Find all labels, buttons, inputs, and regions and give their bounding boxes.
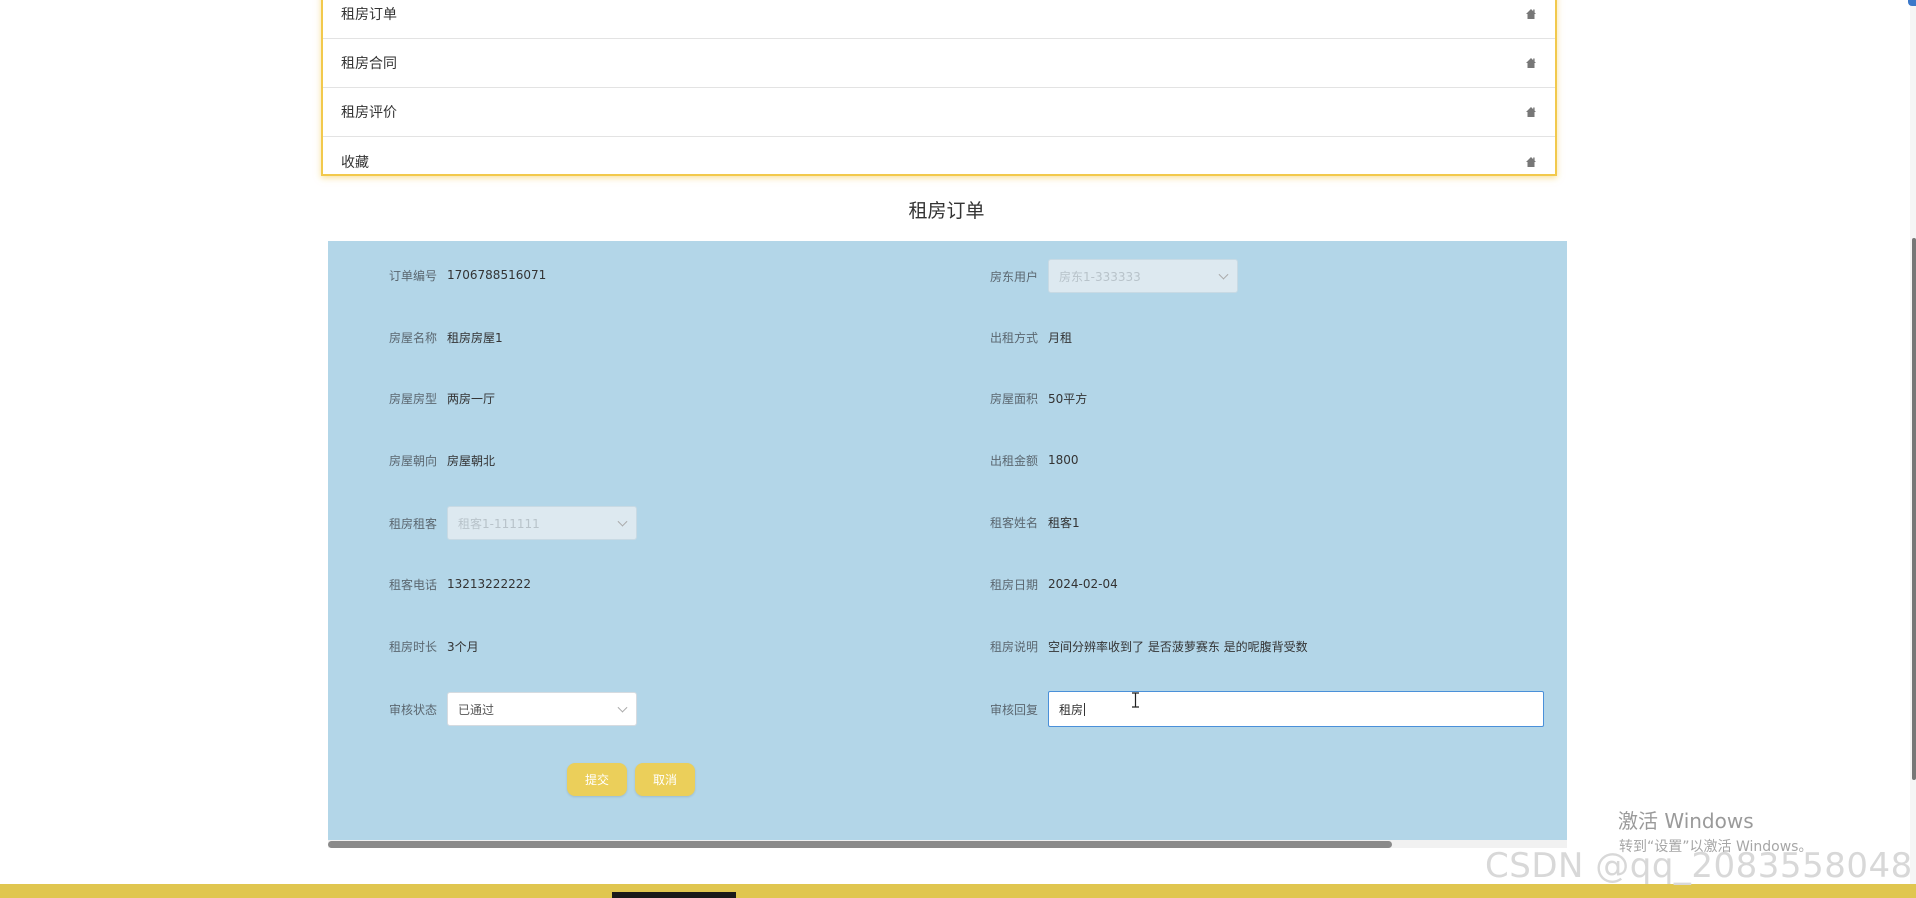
field-label: 房屋房型 xyxy=(388,391,437,406)
windows-activation-title: 激活 Windows xyxy=(1618,809,1754,833)
description-field: 租房说明 空间分辨率收到了 是否菠萝赛东 是的呢腹背受数 xyxy=(982,629,1308,663)
menu-item-label: 租房评价 xyxy=(341,105,397,121)
field-value: 月租 xyxy=(1048,330,1073,345)
field-label: 出租金额 xyxy=(989,453,1038,468)
csdn-watermark: CSDN @qq_2083558048 xyxy=(1485,846,1913,886)
horizontal-scrollbar-thumb[interactable] xyxy=(328,841,1392,848)
field-label: 出租方式 xyxy=(989,330,1038,345)
tenant-name-field: 租客姓名 租客1 xyxy=(982,505,1080,539)
field-value: 1706788516071 xyxy=(447,268,547,282)
input-value: 租房 xyxy=(1059,702,1084,717)
menu-item-label: 收藏 xyxy=(341,154,369,171)
menu-item-favorites[interactable]: 收藏 xyxy=(323,137,1555,186)
select-value: 房东1-333333 xyxy=(1059,269,1141,284)
home-icon xyxy=(1526,156,1536,167)
field-label: 订单编号 xyxy=(388,268,437,283)
house-type-field: 房屋房型 两房一厅 xyxy=(381,381,495,415)
vertical-scrollbar-thumb[interactable] xyxy=(1912,238,1916,780)
field-value: 1800 xyxy=(1048,453,1079,467)
menu-item-rental-contract[interactable]: 租房合同 xyxy=(323,39,1555,88)
rent-date-field: 租房日期 2024-02-04 xyxy=(982,567,1118,601)
field-label: 房东用户 xyxy=(989,269,1038,284)
field-label: 租客电话 xyxy=(388,577,437,592)
field-value: 租客1 xyxy=(1048,515,1080,530)
text-cursor-icon xyxy=(1132,692,1139,708)
field-label: 租房说明 xyxy=(989,639,1038,654)
orientation-field: 房屋朝向 房屋朝北 xyxy=(381,443,495,477)
field-value: 房屋朝北 xyxy=(447,453,496,468)
tenant-select: 租客1-111111 xyxy=(447,506,637,540)
field-value: 租房房屋1 xyxy=(447,330,503,345)
house-name-field: 房屋名称 租房房屋1 xyxy=(381,320,503,354)
order-no-field: 订单编号 1706788516071 xyxy=(381,258,546,292)
field-value: 50平方 xyxy=(1048,391,1088,406)
select-value: 已通过 xyxy=(458,702,495,717)
audit-status-select[interactable]: 已通过 xyxy=(447,692,637,726)
audit-reply-field: 审核回复 租房 xyxy=(982,691,1544,727)
home-icon xyxy=(1526,9,1536,19)
audit-status-field: 审核状态 已通过 xyxy=(381,692,637,726)
duration-field: 租房时长 3个月 xyxy=(381,629,479,663)
landlord-field: 房东用户 房东1-333333 xyxy=(982,259,1238,293)
footer-logo xyxy=(612,892,736,898)
field-label: 租客姓名 xyxy=(989,515,1038,530)
chevron-down-icon xyxy=(617,702,628,713)
cancel-button[interactable]: 取消 xyxy=(635,763,695,796)
field-value: 空间分辨率收到了 是否菠萝赛东 是的呢腹背受数 xyxy=(1048,639,1308,654)
field-label: 租房日期 xyxy=(989,577,1038,592)
order-form xyxy=(328,241,1567,841)
menu-item-label: 租房订单 xyxy=(341,7,397,23)
footer-bar xyxy=(0,884,1916,898)
tenant-field: 租房租客 租客1-111111 xyxy=(381,506,637,540)
rent-amount-field: 出租金额 1800 xyxy=(982,443,1079,477)
rent-mode-field: 出租方式 月租 xyxy=(982,320,1072,354)
field-label: 房屋朝向 xyxy=(388,453,437,468)
menu-item-rental-orders[interactable]: 租房订单 xyxy=(323,0,1555,39)
field-label: 租房时长 xyxy=(388,639,437,654)
chevron-down-icon xyxy=(617,516,628,527)
center-menu: 租房订单 租房合同 租房评价 收藏 xyxy=(321,0,1557,176)
home-icon xyxy=(1526,58,1536,68)
select-value: 租客1-111111 xyxy=(458,516,540,531)
audit-reply-input[interactable]: 租房 xyxy=(1048,691,1544,727)
chevron-down-icon xyxy=(1218,269,1229,280)
submit-button[interactable]: 提交 xyxy=(567,763,627,796)
page-title: 租房订单 xyxy=(908,200,985,222)
field-label: 房屋面积 xyxy=(989,391,1038,406)
field-value: 13213222222 xyxy=(447,577,531,591)
field-value: 2024-02-04 xyxy=(1048,577,1118,591)
home-icon xyxy=(1526,107,1536,117)
field-value: 两房一厅 xyxy=(447,391,496,406)
field-label: 审核状态 xyxy=(388,702,437,717)
tenant-phone-field: 租客电话 13213222222 xyxy=(381,567,531,601)
house-area-field: 房屋面积 50平方 xyxy=(982,381,1087,415)
landlord-select: 房东1-333333 xyxy=(1048,259,1238,293)
scroll-indicator xyxy=(1908,0,1916,6)
text-caret xyxy=(1084,702,1086,716)
field-value: 3个月 xyxy=(447,639,479,654)
field-label: 房屋名称 xyxy=(388,330,437,345)
field-label: 租房租客 xyxy=(388,516,437,531)
menu-item-rental-review[interactable]: 租房评价 xyxy=(323,88,1555,137)
field-label: 审核回复 xyxy=(989,702,1038,717)
menu-item-label: 租房合同 xyxy=(341,56,397,72)
